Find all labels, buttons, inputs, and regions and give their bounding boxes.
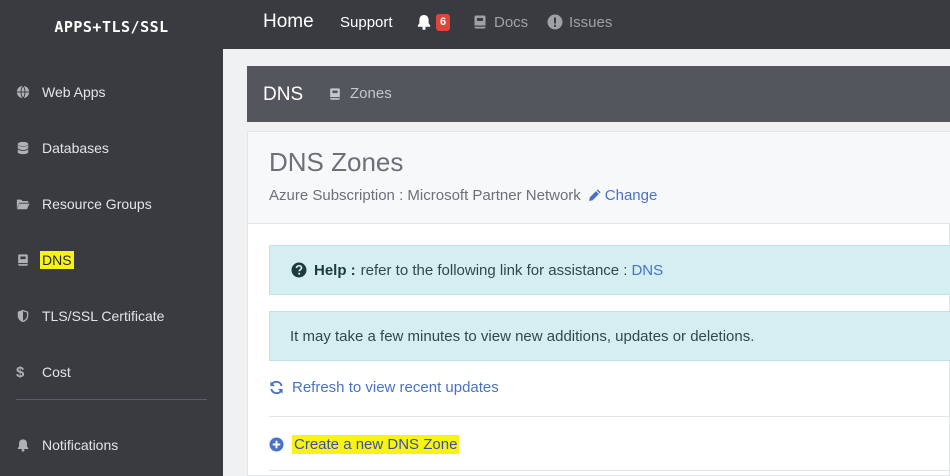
section-header: DNS Zones: [247, 66, 950, 122]
tab-zones-label: Zones: [350, 85, 392, 102]
nav-home-link[interactable]: Home: [263, 0, 314, 44]
card-divider: [269, 416, 950, 417]
sidebar-item-label: Notifications: [42, 437, 119, 453]
book-icon: [16, 253, 40, 267]
nav-support-link[interactable]: Support: [340, 0, 393, 44]
nav-docs-link[interactable]: Docs: [472, 0, 528, 44]
nav-issues-label: Issues: [569, 13, 613, 31]
sidebar-item-tls-ssl-certificate[interactable]: TLS/SSL Certificate: [16, 304, 166, 328]
sidebar-item-dns[interactable]: DNS: [16, 248, 74, 272]
card-divider: [269, 470, 950, 471]
globe-icon: [16, 85, 40, 99]
info-alert: It may take a few minutes to view new ad…: [269, 311, 950, 361]
sidebar-item-label: Cost: [42, 364, 71, 380]
main-content: DNS Zones DNS Zones Azure Subscription :…: [223, 49, 950, 476]
change-label: Change: [604, 187, 658, 204]
sidebar-item-cost[interactable]: $ Cost: [16, 360, 73, 384]
book-icon: [472, 14, 488, 30]
help-label: Help :: [314, 261, 356, 279]
sidebar-divider: [16, 399, 207, 400]
shield-icon: [16, 309, 40, 323]
top-navbar: Home Support 6 Docs Issues: [223, 0, 950, 49]
sidebar: APPS+TLS/SSL Web Apps Databases Resource…: [0, 0, 223, 476]
card-header: DNS Zones Azure Subscription : Microsoft…: [248, 132, 950, 224]
create-label: Create a new DNS Zone: [292, 435, 460, 454]
notification-count-badge: 6: [436, 13, 451, 31]
refresh-button[interactable]: Refresh to view recent updates: [269, 379, 499, 396]
nav-docs-label: Docs: [494, 13, 529, 31]
exclamation-circle-icon: [547, 14, 563, 30]
sidebar-item-web-apps[interactable]: Web Apps: [16, 80, 108, 104]
dns-zones-card: DNS Zones Azure Subscription : Microsoft…: [247, 131, 950, 476]
tab-zones[interactable]: Zones: [328, 85, 392, 102]
change-subscription-link[interactable]: Change: [587, 187, 658, 204]
question-circle-icon: [291, 262, 314, 278]
section-title: DNS: [263, 84, 304, 105]
subscription-text: Azure Subscription : Microsoft Partner N…: [269, 187, 581, 204]
pencil-icon: [587, 188, 605, 203]
nav-notifications-button[interactable]: 6: [416, 0, 451, 44]
create-dns-zone-button[interactable]: Create a new DNS Zone: [269, 435, 460, 454]
app-brand: APPS+TLS/SSL: [54, 18, 169, 36]
page-title: DNS Zones: [269, 147, 404, 177]
sidebar-item-label: Resource Groups: [42, 196, 152, 212]
refresh-icon: [269, 380, 292, 395]
help-text: refer to the following link for assistan…: [360, 261, 628, 279]
database-icon: [16, 141, 40, 155]
sidebar-item-label: Web Apps: [42, 84, 106, 100]
bell-icon: [16, 438, 40, 452]
sidebar-item-resource-groups[interactable]: Resource Groups: [16, 192, 154, 216]
refresh-label: Refresh to view recent updates: [292, 379, 499, 396]
info-text: It may take a few minutes to view new ad…: [290, 327, 755, 345]
help-dns-link[interactable]: DNS: [631, 262, 663, 279]
sidebar-item-label: Databases: [42, 140, 109, 156]
plus-circle-icon: [269, 437, 292, 452]
book-icon: [328, 87, 350, 101]
nav-issues-link[interactable]: Issues: [547, 0, 612, 44]
bell-icon: [416, 14, 432, 30]
sidebar-item-databases[interactable]: Databases: [16, 136, 111, 160]
sidebar-item-label: TLS/SSL Certificate: [42, 308, 165, 324]
folder-open-icon: [16, 197, 40, 211]
subscription-info: Azure Subscription : Microsoft Partner N…: [269, 187, 657, 204]
sidebar-item-notifications[interactable]: Notifications: [16, 433, 120, 457]
help-alert: Help : refer to the following link for a…: [269, 245, 950, 295]
sidebar-item-label: DNS: [40, 251, 74, 269]
dollar-icon: $: [16, 363, 25, 381]
